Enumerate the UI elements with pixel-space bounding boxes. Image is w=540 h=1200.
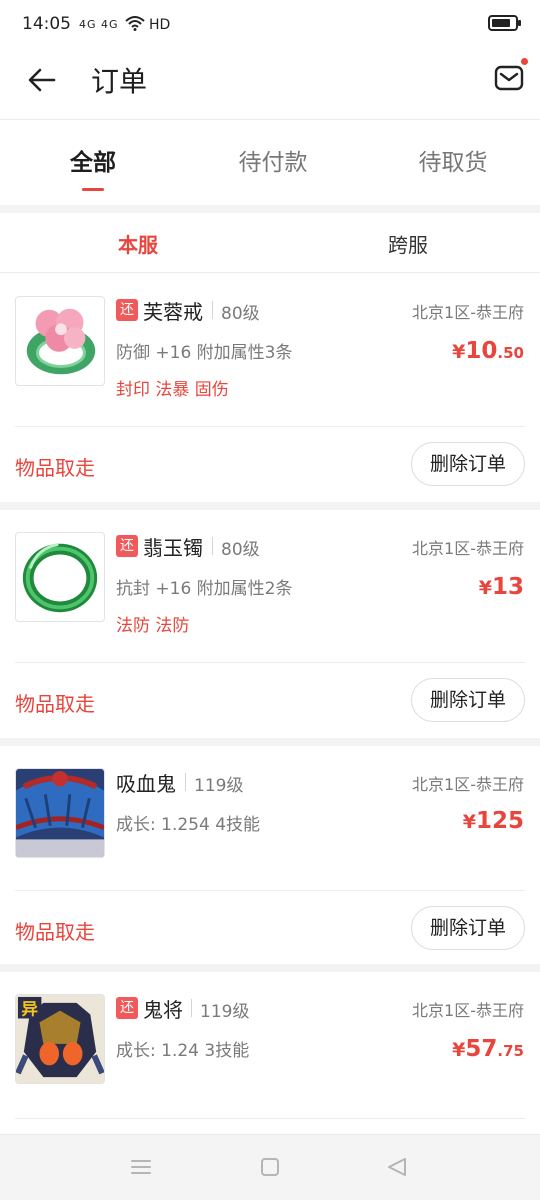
item-price: ¥125 — [463, 808, 524, 834]
price-integer: 13 — [491, 574, 524, 600]
arrow-left-icon — [28, 68, 56, 92]
delete-order-button[interactable]: 删除订单 — [411, 906, 525, 950]
return-badge: 还 — [116, 997, 138, 1019]
section-divider — [0, 738, 540, 746]
item-thumbnail — [15, 296, 105, 386]
section-divider — [0, 964, 540, 972]
item-level: 80级 — [221, 304, 260, 324]
level-separator — [212, 537, 213, 555]
level-separator — [185, 773, 186, 791]
price-integer: 57 — [465, 1036, 498, 1062]
mail-button[interactable] — [494, 64, 524, 92]
hd-label: HD — [149, 17, 171, 33]
price-decimal: .50 — [497, 344, 524, 362]
item-name: 吸血鬼 — [116, 772, 176, 796]
delete-order-button[interactable]: 删除订单 — [411, 442, 525, 486]
server-name: 北京1区-恭王府 — [412, 303, 524, 322]
vampire-pet-image — [16, 769, 104, 857]
pet-variant-label: 异 — [21, 1000, 38, 1019]
section-divider — [0, 502, 540, 510]
tab-active-indicator — [82, 188, 104, 191]
divider — [15, 426, 525, 427]
currency-symbol: ¥ — [462, 811, 476, 833]
item-name: 芙蓉戒 — [143, 300, 203, 324]
item-tags: 法防 法防 — [116, 616, 190, 636]
section-divider — [0, 205, 540, 213]
status-time: 14:05 — [22, 14, 71, 34]
order-card[interactable]: 还 芙蓉戒 80级 北京1区-恭王府 防御 +16 附加属性3条 封印 法暴 固… — [0, 274, 540, 502]
item-price: ¥10.50 — [452, 338, 524, 364]
item-attributes: 成长: 1.24 3技能 — [116, 1041, 250, 1061]
item-price: ¥13 — [479, 574, 524, 600]
currency-symbol: ¥ — [452, 1039, 466, 1061]
order-status: 物品取走 — [15, 920, 95, 944]
tab-pending-pickup[interactable]: 待取货 — [363, 143, 540, 177]
return-badge: 还 — [116, 535, 138, 557]
item-thumbnail: 异 — [15, 994, 105, 1084]
battery-icon — [488, 15, 521, 31]
order-status: 物品取走 — [15, 456, 95, 480]
divider — [15, 890, 525, 891]
item-name: 翡玉镯 — [143, 536, 203, 560]
item-thumbnail — [15, 532, 105, 622]
divider — [15, 662, 525, 663]
order-tabs: 全部 待付款 待取货 — [0, 121, 540, 205]
ghost-general-pet-image: 异 — [16, 995, 104, 1083]
item-attributes: 抗封 +16 附加属性2条 — [116, 579, 293, 599]
currency-symbol: ¥ — [478, 577, 492, 599]
item-level: 119级 — [200, 1002, 250, 1022]
network-label: HD — [124, 15, 171, 33]
server-name: 北京1区-恭王府 — [412, 775, 524, 794]
wifi-icon — [124, 16, 145, 31]
item-tags: 封印 法暴 固伤 — [116, 380, 229, 400]
item-attributes: 成长: 1.254 4技能 — [116, 815, 261, 835]
unread-dot — [521, 58, 528, 65]
jade-bracelet-image — [22, 543, 98, 613]
item-level: 80级 — [221, 540, 260, 560]
return-badge: 还 — [116, 299, 138, 321]
price-integer: 125 — [475, 808, 524, 834]
item-level: 119级 — [194, 776, 244, 796]
divider — [15, 1118, 525, 1119]
system-nav-bar — [0, 1134, 540, 1200]
menu-icon[interactable] — [130, 1157, 152, 1177]
page-title: 订单 — [91, 65, 148, 98]
price-decimal: .75 — [497, 1042, 524, 1060]
back-button[interactable] — [24, 62, 60, 98]
server-name: 北京1区-恭王府 — [412, 1001, 524, 1020]
tab-all[interactable]: 全部 — [3, 143, 183, 177]
server-name: 北京1区-恭王府 — [412, 539, 524, 558]
order-card[interactable]: 吸血鬼 119级 北京1区-恭王府 成长: 1.254 4技能 ¥125 物品取… — [0, 746, 540, 964]
back-triangle-icon[interactable] — [386, 1157, 408, 1177]
status-bar: 14:05 4G 4G HD — [0, 0, 540, 48]
level-separator — [191, 999, 192, 1017]
subtab-cross-server[interactable]: 跨服 — [273, 229, 540, 258]
battery-fill — [492, 19, 510, 27]
delete-order-button[interactable]: 删除订单 — [411, 678, 525, 722]
app-header: 订单 — [0, 48, 540, 120]
subtab-local-server[interactable]: 本服 — [3, 229, 273, 258]
item-thumbnail — [15, 768, 105, 858]
price-integer: 10 — [465, 338, 498, 364]
item-name: 鬼将 — [143, 998, 183, 1022]
order-status: 物品取走 — [15, 692, 95, 716]
lotus-ring-image — [26, 308, 96, 375]
home-square-icon[interactable] — [260, 1157, 280, 1177]
signal-icon: 4G 4G — [79, 17, 119, 31]
server-tabs: 本服 跨服 — [0, 213, 540, 273]
mail-icon — [494, 65, 524, 91]
level-separator — [212, 301, 213, 319]
order-card[interactable]: 还 翡玉镯 80级 北京1区-恭王府 抗封 +16 附加属性2条 法防 法防 ¥… — [0, 510, 540, 738]
item-attributes: 防御 +16 附加属性3条 — [116, 343, 293, 363]
order-card[interactable]: 异 还 鬼将 119级 北京1区-恭王府 成长: 1.24 3技能 ¥57.75 — [0, 972, 540, 1134]
item-price: ¥57.75 — [452, 1036, 524, 1062]
tab-pending-payment[interactable]: 待付款 — [183, 143, 363, 177]
currency-symbol: ¥ — [452, 341, 466, 363]
